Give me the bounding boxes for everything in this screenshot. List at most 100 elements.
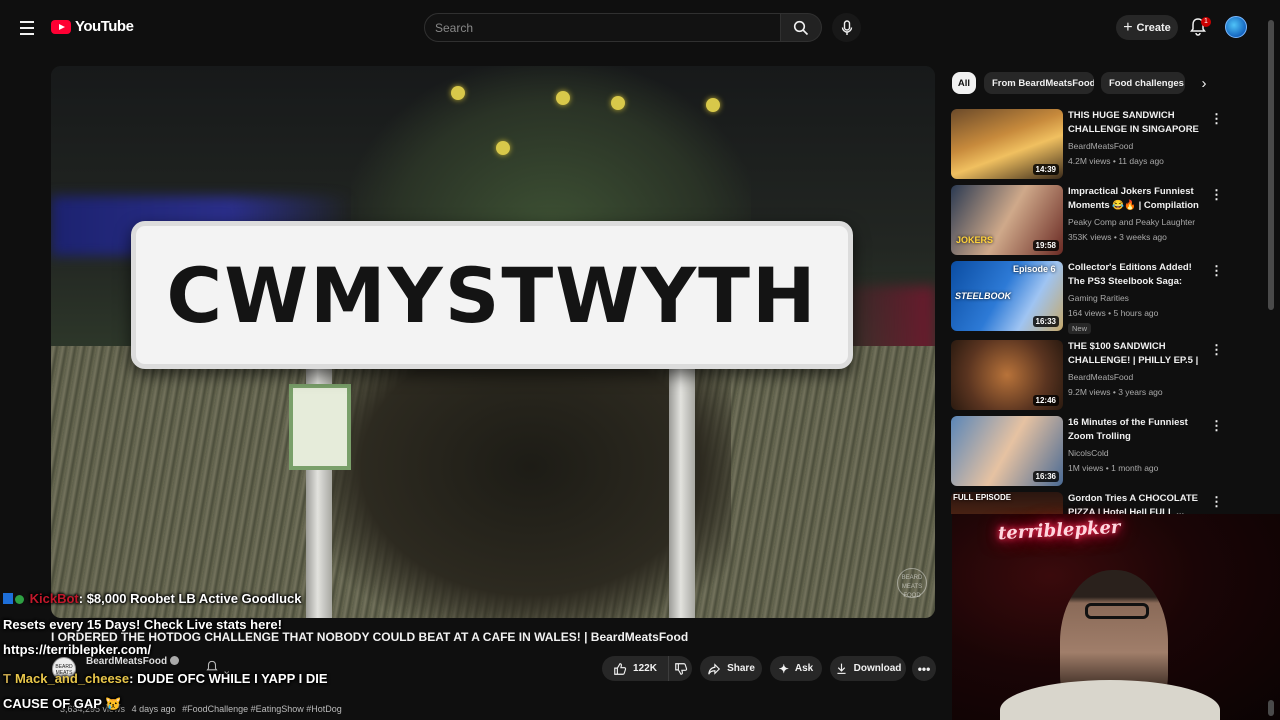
video-thumbnail[interactable]: JOKERS 19:58 (951, 185, 1063, 255)
recommendation-title[interactable]: THIS HUGE SANDWICH CHALLENGE IN SINGAPOR… (1068, 109, 1208, 137)
scrollbar-thumb[interactable] (1268, 700, 1274, 716)
more-vertical-icon[interactable]: ⋮ (1210, 263, 1223, 279)
video-thumbnail[interactable]: 12:46 (951, 340, 1063, 410)
plus-icon: + (1123, 18, 1133, 36)
duration-badge: 16:33 (1032, 316, 1059, 327)
streamer-glasses (1085, 603, 1149, 619)
more-vertical-icon[interactable]: ⋮ (1210, 342, 1223, 358)
recommendation-channel[interactable]: Peaky Comp and Peaky Laughter (1068, 217, 1195, 227)
share-label: Share (727, 663, 755, 674)
recommendation-item[interactable]: 12:46 THE $100 SANDWICH CHALLENGE! | PHI… (951, 340, 1223, 410)
recommendation-item[interactable]: 16:36 16 Minutes of the Funniest Zoom Tr… (951, 416, 1223, 486)
ask-button[interactable]: ✦ Ask (770, 656, 822, 681)
channel-name-text[interactable]: BeardMeatsFood (86, 656, 167, 667)
recommendation-title[interactable]: Impractical Jokers Funniest Moments 😂🔥 |… (1068, 185, 1208, 213)
thumbnail-text: JOKERS (956, 235, 994, 245)
daffodil (556, 91, 570, 105)
video-frame-daffodils (351, 66, 751, 236)
chat-username: Mack_and_cheese (14, 671, 130, 686)
new-badge: New (1068, 323, 1092, 334)
microphone-icon (841, 19, 852, 35)
town-sign-text: CWMYSTWYTH (166, 250, 818, 340)
emote-icon: 😿 (105, 696, 122, 711)
recommendation-channel[interactable]: NicolsCold (1068, 448, 1109, 458)
chat-message: Resets every 15 Days! Check Live stats h… (3, 617, 282, 632)
recommendation-meta: 9.2M views • 3 years ago (1068, 387, 1163, 397)
recommendation-item[interactable]: 14:39 THIS HUGE SANDWICH CHALLENGE IN SI… (951, 109, 1223, 179)
download-button[interactable]: Download (830, 656, 906, 681)
share-button[interactable]: Share (700, 656, 762, 681)
recommendation-channel[interactable]: Gaming Rarities (1068, 293, 1129, 303)
recommendation-title[interactable]: THE $100 SANDWICH CHALLENGE! | PHILLY EP… (1068, 340, 1208, 368)
video-thumbnail[interactable]: Episode 6 STEELBOOK 16:33 (951, 261, 1063, 331)
recommendation-title[interactable]: 16 Minutes of the Funniest Zoom Trolling (1068, 416, 1208, 444)
top-bar: YouTube + Create 1 (0, 0, 1280, 56)
upload-age: 4 days ago (131, 704, 176, 714)
chip-food-challenges[interactable]: Food challenges (1101, 72, 1185, 94)
daffodil (451, 86, 465, 100)
chat-username: KickBot (29, 591, 79, 606)
recommendation-channel[interactable]: BeardMeatsFood (1068, 372, 1133, 382)
video-hashtags[interactable]: #FoodChallenge #EatingShow #HotDog (182, 704, 342, 714)
download-label: Download (853, 663, 902, 674)
logo-text: YouTube (75, 18, 134, 35)
chat-message: KickBot: $8,000 Roobet LB Active Goodluc… (3, 591, 301, 606)
search-box[interactable] (424, 13, 781, 42)
thumbs-up-icon (614, 662, 627, 675)
account-avatar[interactable] (1225, 16, 1247, 38)
more-actions-button[interactable]: ••• (912, 656, 936, 681)
recommendation-item[interactable]: JOKERS 19:58 Impractical Jokers Funniest… (951, 185, 1223, 255)
chevron-right-icon[interactable]: › (1194, 74, 1214, 94)
chat-message: T Mack_and_cheese: DUDE OFC WHILE I YAPP … (3, 671, 328, 686)
recommendation-channel[interactable]: BeardMeatsFood (1068, 141, 1133, 151)
verified-badge-icon (15, 595, 24, 604)
youtube-play-icon (51, 19, 71, 34)
video-thumbnail[interactable]: 16:36 (951, 416, 1063, 486)
town-sign: CWMYSTWYTH (131, 221, 853, 369)
more-vertical-icon[interactable]: ⋮ (1210, 187, 1223, 203)
recommendation-meta: 4.2M views • 11 days ago (1068, 156, 1164, 166)
video-player[interactable]: CWMYSTWYTH BEARD MEATS FOOD (51, 66, 935, 618)
channel-name[interactable]: BeardMeatsFood (86, 656, 180, 667)
chat-text: : DUDE OFC WHILE I YAPP I DIE (129, 671, 328, 686)
daffodil (611, 96, 625, 110)
recommendation-title[interactable]: Collector's Editions Added! The PS3 Stee… (1068, 261, 1208, 289)
page-scrollbar[interactable] (1268, 20, 1274, 310)
hamburger-menu-icon[interactable] (14, 15, 40, 41)
recommendation-meta: 164 views • 5 hours ago (1068, 308, 1159, 318)
recommendation-item[interactable]: FULL EPISODE Gordon Tries A CHOCOLATE PI… (951, 492, 1221, 514)
sparkle-icon: ✦ (778, 661, 789, 676)
chat-message: https://terriblepker.com/ (3, 642, 151, 657)
chat-message: CAUSE OF GAP 😿 (3, 696, 122, 712)
sub-badge-icon: T (3, 671, 11, 686)
recommendation-meta: 1M views • 1 month ago (1068, 463, 1159, 473)
search-button[interactable] (781, 13, 822, 42)
more-vertical-icon[interactable]: ⋮ (1210, 111, 1223, 127)
video-thumbnail[interactable]: FULL EPISODE (951, 492, 1063, 514)
chat-text: Resets every 15 Days! Check Live stats h… (3, 617, 282, 632)
more-vertical-icon[interactable]: ⋮ (1210, 494, 1221, 510)
create-button[interactable]: + Create (1116, 15, 1178, 40)
channel-watermark[interactable]: BEARD MEATS FOOD (897, 568, 927, 599)
ask-label: Ask (794, 663, 814, 674)
search-input[interactable] (425, 14, 780, 41)
chat-text: : $8,000 Roobet LB Active Goodluck (78, 591, 302, 606)
video-thumbnail[interactable]: 14:39 (951, 109, 1063, 179)
chat-text: CAUSE OF GAP (3, 696, 102, 711)
voice-search-button[interactable] (832, 13, 861, 42)
chip-all[interactable]: All (952, 72, 976, 94)
search-icon (793, 20, 809, 35)
recommendation-item[interactable]: Episode 6 STEELBOOK 16:33 Collector's Ed… (951, 261, 1223, 334)
create-label: Create (1136, 21, 1171, 34)
chat-text: https://terriblepker.com/ (3, 642, 152, 657)
like-button[interactable]: 122K (602, 656, 668, 681)
thumbnail-text: STEELBOOK (955, 291, 1012, 301)
dislike-button[interactable] (668, 656, 692, 681)
youtube-logo[interactable]: YouTube (51, 18, 134, 35)
more-vertical-icon[interactable]: ⋮ (1210, 418, 1223, 434)
chip-from-channel[interactable]: From BeardMeatsFood (984, 72, 1094, 94)
daffodil (496, 141, 510, 155)
recommendation-title[interactable]: Gordon Tries A CHOCOLATE PIZZA | Hotel H… (1068, 492, 1208, 514)
thumbnail-text: FULL EPISODE (953, 493, 1012, 502)
notification-badge: 1 (1201, 17, 1211, 27)
